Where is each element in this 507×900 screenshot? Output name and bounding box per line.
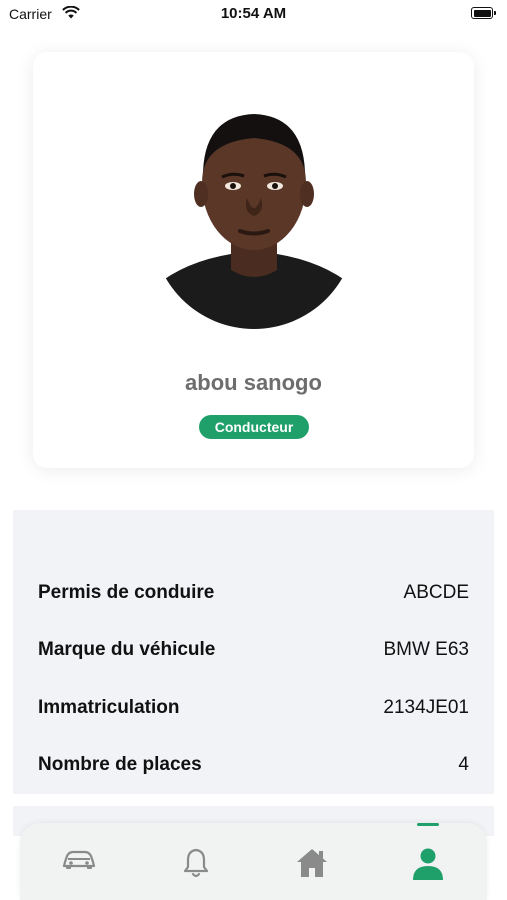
bell-icon	[183, 848, 209, 878]
tab-notifications[interactable]	[151, 823, 241, 900]
detail-row-license: Permis de conduire ABCDE	[38, 582, 469, 606]
tab-bar	[20, 823, 487, 900]
clock: 10:54 AM	[220, 5, 287, 22]
detail-value: 2134JE01	[383, 697, 469, 718]
detail-label: Nombre de places	[38, 754, 202, 775]
detail-value: BMW E63	[383, 639, 469, 660]
tab-car[interactable]	[34, 823, 124, 900]
home-icon	[297, 849, 327, 877]
detail-row-registration: Immatriculation 2134JE01	[38, 697, 469, 721]
battery-icon	[471, 7, 497, 19]
status-bar: Carrier 10:54 AM	[0, 0, 507, 28]
detail-row-seats: Nombre de places 4	[38, 754, 469, 778]
active-tab-indicator	[417, 823, 439, 826]
user-icon	[413, 848, 443, 880]
detail-label: Marque du véhicule	[38, 639, 216, 660]
profile-card: abou sanogo Conducteur	[33, 52, 474, 468]
detail-value: ABCDE	[403, 582, 469, 603]
role-badge: Conducteur	[199, 415, 309, 439]
tab-profile[interactable]	[383, 823, 473, 900]
detail-label: Immatriculation	[38, 697, 180, 718]
detail-value: 4	[458, 754, 469, 775]
detail-label: Permis de conduire	[38, 582, 215, 603]
detail-row-vehicle-brand: Marque du véhicule BMW E63	[38, 639, 469, 663]
profile-name: abou sanogo	[185, 370, 322, 395]
tab-home[interactable]	[267, 823, 357, 900]
details-panel: Permis de conduire ABCDE Marque du véhic…	[13, 510, 494, 794]
car-icon	[62, 850, 96, 869]
avatar	[153, 102, 355, 352]
